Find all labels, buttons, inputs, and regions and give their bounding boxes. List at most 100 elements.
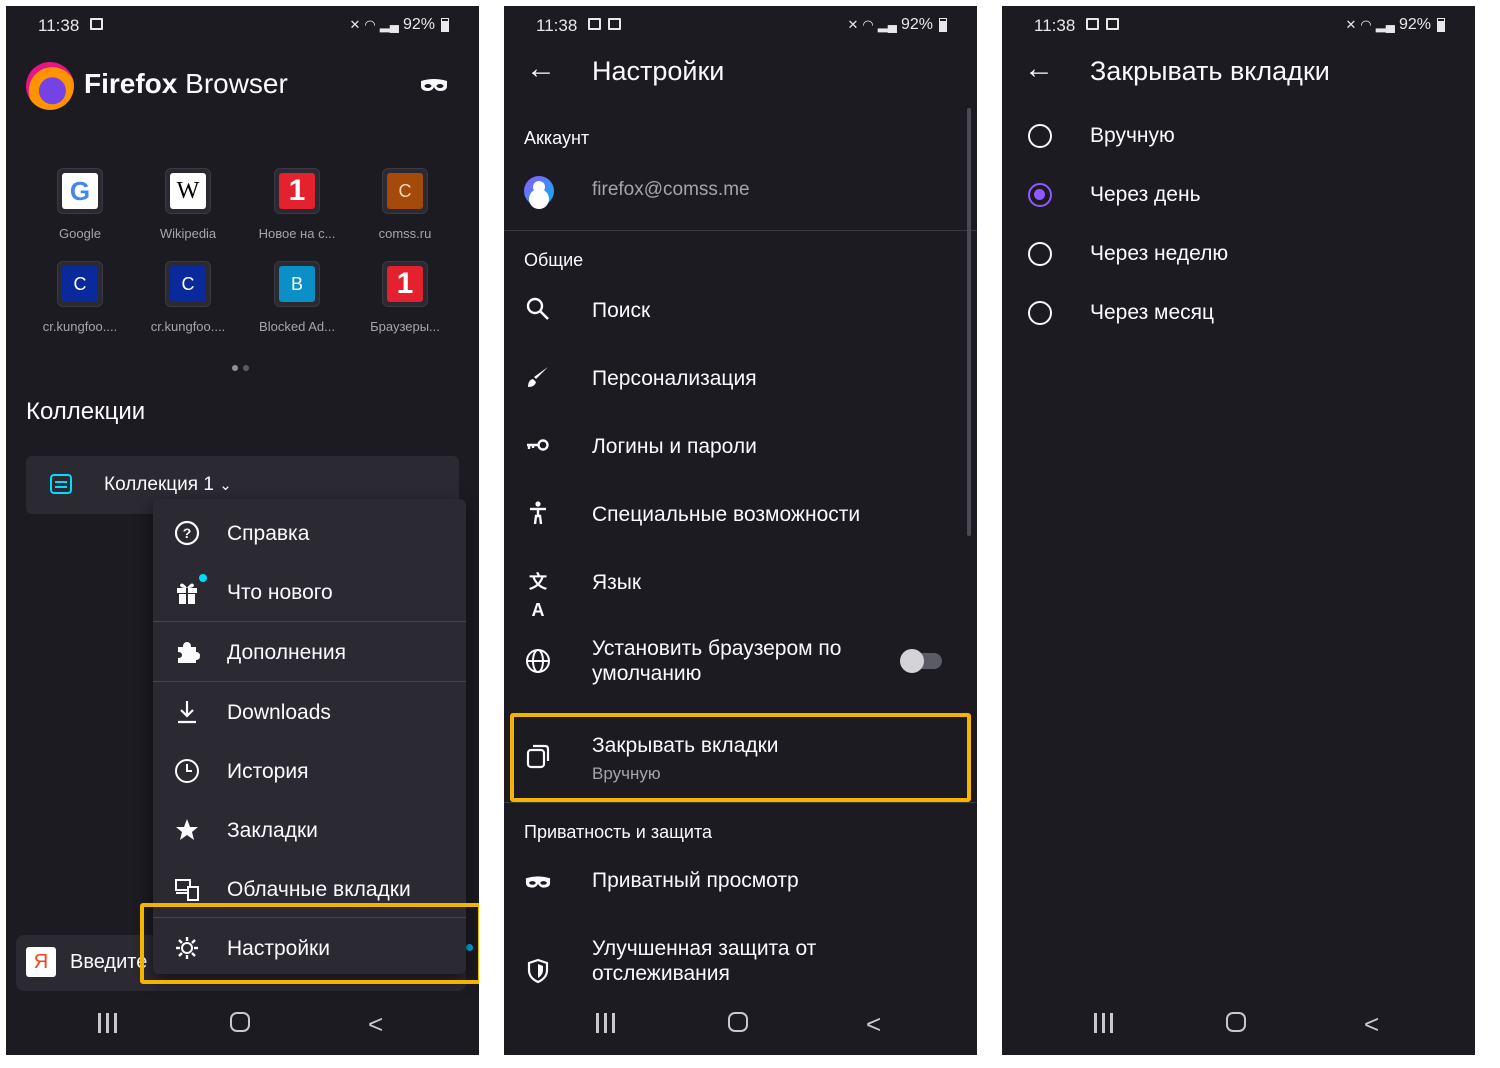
settings-item-default-browser[interactable]: Установить браузером по умолчанию bbox=[504, 628, 967, 698]
android-nav-bar: < bbox=[1002, 993, 1475, 1055]
signal-icon: ▂▄ bbox=[379, 17, 399, 32]
menu-item-downloads[interactable]: Downloads bbox=[153, 684, 466, 742]
android-nav-bar: < bbox=[6, 993, 479, 1055]
wikipedia-icon: W bbox=[170, 173, 206, 209]
settings-item-accessibility[interactable]: Специальные возможности bbox=[504, 492, 967, 548]
search-icon bbox=[524, 296, 552, 324]
download-icon bbox=[173, 699, 201, 727]
status-bar: 11:38 ✕ ◠ ▂▄ 92% bbox=[6, 6, 479, 46]
back-arrow-icon[interactable]: ← bbox=[1024, 54, 1054, 84]
brush-icon bbox=[524, 364, 552, 392]
option-after-month[interactable]: Через месяц bbox=[1002, 289, 1475, 339]
menu-item-history[interactable]: История bbox=[153, 743, 466, 801]
section-general: Общие bbox=[524, 250, 584, 270]
recents-button[interactable] bbox=[98, 1013, 117, 1033]
screenshot-icon bbox=[608, 18, 621, 30]
menu-item-bookmarks[interactable]: Закладки bbox=[153, 802, 466, 860]
settings-item-language[interactable]: 文A Язык bbox=[504, 560, 967, 620]
star-icon bbox=[173, 817, 201, 845]
battery-icon bbox=[441, 18, 449, 32]
svg-text:?: ? bbox=[183, 525, 192, 541]
status-right: ✕ ◠ ▂▄ 92% bbox=[847, 16, 947, 34]
settings-item-logins[interactable]: Логины и пароли bbox=[504, 424, 967, 480]
mute-icon: ✕ bbox=[847, 17, 859, 32]
wifi-icon: ◠ bbox=[364, 17, 376, 32]
blocked-ad-icon: B bbox=[279, 266, 315, 302]
status-time: 11:38 bbox=[1034, 16, 1076, 35]
key-icon bbox=[524, 432, 552, 460]
gift-icon bbox=[173, 579, 201, 607]
scrollbar[interactable] bbox=[967, 108, 971, 536]
help-icon: ? bbox=[173, 520, 201, 548]
default-browser-toggle[interactable] bbox=[900, 649, 942, 673]
mute-icon: ✕ bbox=[349, 17, 361, 32]
shield-icon bbox=[524, 958, 552, 986]
radio-button[interactable] bbox=[1028, 124, 1052, 148]
phone-home-screen: 11:38 ✕ ◠ ▂▄ 92% Firefox Browser G Googl… bbox=[6, 6, 479, 1055]
settings-item-private-browsing[interactable]: Приватный просмотр bbox=[504, 858, 967, 914]
battery-icon bbox=[1437, 18, 1445, 32]
option-after-week[interactable]: Через неделю bbox=[1002, 230, 1475, 280]
radio-button[interactable] bbox=[1028, 242, 1052, 266]
option-manual[interactable]: Вручную bbox=[1002, 112, 1475, 162]
signal-icon: ▂▄ bbox=[877, 17, 897, 32]
firefox-logo-icon bbox=[26, 62, 74, 110]
top-site-browsers[interactable]: 1 Браузеры... bbox=[359, 261, 451, 334]
synced-tabs-icon bbox=[173, 876, 201, 904]
top-site-kungfoo-2[interactable]: C cr.kungfoo.... bbox=[142, 261, 234, 334]
collection-icon bbox=[50, 474, 72, 494]
back-button[interactable]: < bbox=[368, 1011, 383, 1037]
private-mask-icon bbox=[524, 868, 552, 896]
recents-button[interactable] bbox=[1094, 1013, 1113, 1033]
back-button[interactable]: < bbox=[866, 1011, 881, 1037]
settings-item-tracking-protection[interactable]: Улучшенная защита от отслеживания bbox=[504, 926, 967, 996]
settings-item-search[interactable]: Поиск bbox=[504, 288, 967, 344]
section-account: Аккаунт bbox=[524, 128, 590, 148]
brand-title: Firefox Browser bbox=[84, 68, 288, 99]
browsers-icon: 1 bbox=[387, 266, 423, 302]
home-button[interactable] bbox=[728, 1012, 748, 1032]
addons-icon bbox=[173, 639, 201, 667]
recents-button[interactable] bbox=[596, 1013, 615, 1033]
page-title: Настройки bbox=[592, 56, 725, 86]
top-site-wikipedia[interactable]: W Wikipedia bbox=[142, 168, 234, 241]
wifi-icon: ◠ bbox=[862, 17, 874, 32]
phone-close-tabs-screen: 11:38 ✕ ◠ ▂▄ 92% ← Закрывать вкладки Вру… bbox=[1002, 6, 1475, 1055]
home-button[interactable] bbox=[230, 1012, 250, 1032]
phone-settings-screen: 11:38 ✕ ◠ ▂▄ 92% ← Настройки Аккаунт fir… bbox=[504, 6, 977, 1055]
android-nav-bar: < bbox=[504, 993, 977, 1055]
radio-button[interactable] bbox=[1028, 301, 1052, 325]
image-icon bbox=[588, 18, 601, 30]
menu-item-help[interactable]: ? Справка bbox=[153, 505, 466, 563]
chevron-down-icon: ⌄ bbox=[219, 477, 232, 494]
status-time: 11:38 bbox=[38, 16, 80, 35]
top-site-news[interactable]: 1 Новое на с... bbox=[251, 168, 343, 241]
top-site-kungfoo-1[interactable]: C cr.kungfoo.... bbox=[34, 261, 126, 334]
option-after-day[interactable]: Через день bbox=[1002, 171, 1475, 221]
top-site-comss[interactable]: C comss.ru bbox=[359, 168, 451, 241]
back-button[interactable]: < bbox=[1364, 1011, 1379, 1037]
page-title: Закрывать вкладки bbox=[1090, 56, 1330, 86]
collection-title: Коллекция 1 bbox=[104, 474, 214, 495]
back-arrow-icon[interactable]: ← bbox=[526, 54, 556, 84]
radio-button-selected[interactable] bbox=[1028, 183, 1052, 207]
menu-item-addons[interactable]: Дополнения bbox=[153, 624, 466, 682]
yandex-icon: Я bbox=[26, 947, 56, 977]
home-button[interactable] bbox=[1226, 1012, 1246, 1032]
menu-item-whats-new[interactable]: Что нового bbox=[153, 564, 466, 622]
top-site-google[interactable]: G Google bbox=[34, 168, 126, 241]
top-site-blocked-ad[interactable]: B Blocked Ad... bbox=[251, 261, 343, 334]
private-mode-mask-icon[interactable] bbox=[420, 78, 448, 92]
close-tabs-highlight-box bbox=[510, 713, 971, 802]
status-bar: 11:38 ✕ ◠ ▂▄ 92% bbox=[504, 6, 977, 46]
history-icon bbox=[173, 758, 201, 786]
address-input[interactable]: Введите bbox=[70, 951, 150, 974]
screenshot-icon bbox=[1106, 18, 1119, 30]
wifi-icon: ◠ bbox=[1360, 17, 1372, 32]
google-icon: G bbox=[62, 173, 98, 209]
settings-item-customize[interactable]: Персонализация bbox=[504, 356, 967, 412]
status-bar: 11:38 ✕ ◠ ▂▄ 92% bbox=[1002, 6, 1475, 46]
new-badge-dot bbox=[199, 574, 207, 582]
settings-highlight-box bbox=[140, 903, 479, 984]
signal-icon: ▂▄ bbox=[1375, 17, 1395, 32]
